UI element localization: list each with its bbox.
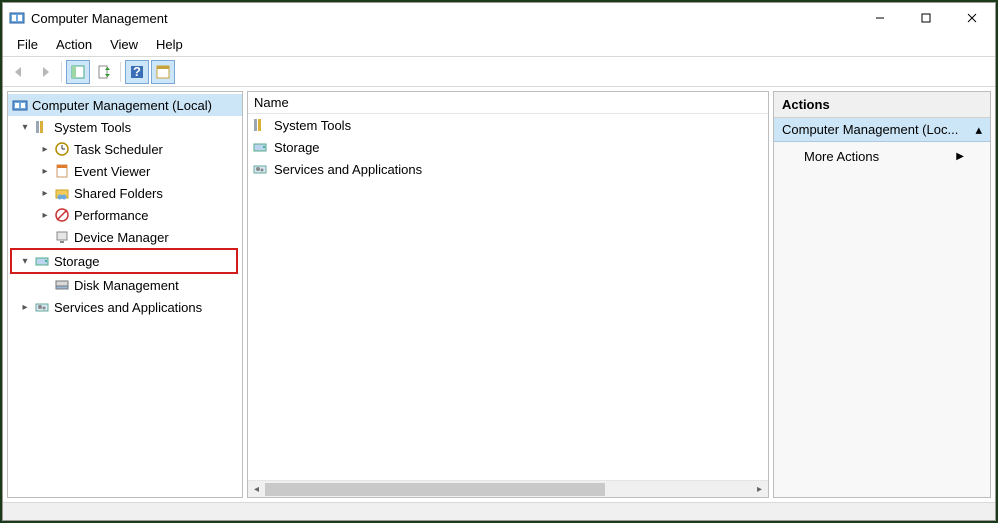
menu-help[interactable]: Help [148,35,191,54]
tree-label: Disk Management [74,278,179,293]
app-icon [9,10,25,26]
chevron-down-icon[interactable]: ▾ [18,256,32,267]
collapse-up-icon[interactable]: ▴ [975,122,982,138]
show-hide-tree-button[interactable] [66,60,90,84]
export-list-button[interactable] [92,60,116,84]
maximize-button[interactable] [903,3,949,33]
help-button[interactable]: ? [125,60,149,84]
list-body[interactable]: System Tools Storage Services and Applic… [248,114,768,480]
mmc-body: Computer Management (Local) ▾ System Too… [3,87,995,502]
actions-item-label: More Actions [804,149,879,164]
chevron-right-icon[interactable]: ▸ [38,188,52,199]
tree-label: Device Manager [74,230,169,245]
tree-device-manager[interactable]: Device Manager [8,226,242,248]
tree-disk-management[interactable]: Disk Management [8,274,242,296]
list-item-system-tools[interactable]: System Tools [248,114,768,136]
system-tools-icon [34,119,50,135]
tree-label: Event Viewer [74,164,150,179]
result-list: Name System Tools Storage Services and A… [247,91,769,498]
tree-label: Shared Folders [74,186,163,201]
chevron-right-icon[interactable]: ▸ [18,302,32,313]
statusbar [3,502,995,520]
actions-group-label: Computer Management (Loc... [782,122,958,137]
list-item-services-apps[interactable]: Services and Applications [248,158,768,180]
menu-file[interactable]: File [9,35,46,54]
storage-icon [34,253,50,269]
tree-root[interactable]: Computer Management (Local) [8,94,242,116]
horizontal-scrollbar[interactable]: ◂ ▸ [248,480,768,497]
svg-text:?: ? [133,64,141,79]
scroll-thumb[interactable] [265,483,605,496]
chevron-right-icon[interactable]: ▸ [38,166,52,177]
menubar: File Action View Help [3,33,995,57]
shared-folders-icon [54,185,70,201]
tree-label: Computer Management (Local) [32,98,212,113]
tree-storage[interactable]: ▾ Storage [12,250,236,272]
list-column-name[interactable]: Name [248,92,768,114]
storage-icon [252,139,268,155]
tree-label: Task Scheduler [74,142,163,157]
submenu-arrow-icon: ▶ [956,151,964,162]
chevron-down-icon[interactable]: ▾ [18,122,32,133]
list-item-label: Services and Applications [274,162,422,177]
list-item-label: Storage [274,140,320,155]
toolbar: ? [3,57,995,87]
clock-icon [54,141,70,157]
tree-event-viewer[interactable]: ▸ Event Viewer [8,160,242,182]
chevron-right-icon[interactable]: ▸ [38,210,52,221]
tree-label: Performance [74,208,148,223]
services-icon [34,299,50,315]
titlebar[interactable]: Computer Management [3,3,995,33]
minimize-button[interactable] [857,3,903,33]
toolbar-separator [120,62,121,82]
back-button[interactable] [7,60,31,84]
close-button[interactable] [949,3,995,33]
actions-pane: Actions Computer Management (Loc... ▴ Mo… [773,91,991,498]
list-item-storage[interactable]: Storage [248,136,768,158]
tree-performance[interactable]: ▸ Performance [8,204,242,226]
scroll-left-icon[interactable]: ◂ [248,484,265,495]
tree-task-scheduler[interactable]: ▸ Task Scheduler [8,138,242,160]
tree-label: Storage [54,254,100,269]
storage-highlight: ▾ Storage [10,248,238,274]
device-manager-icon [54,229,70,245]
forward-button[interactable] [33,60,57,84]
disk-mgmt-icon [54,277,70,293]
services-icon [252,161,268,177]
actions-title: Actions [774,92,990,118]
scroll-right-icon[interactable]: ▸ [751,484,768,495]
tree-services-apps[interactable]: ▸ Services and Applications [8,296,242,318]
toolbar-separator [61,62,62,82]
computer-mgmt-icon [12,97,28,113]
scroll-track[interactable] [265,481,751,497]
tree-label: Services and Applications [54,300,202,315]
tree-shared-folders[interactable]: ▸ Shared Folders [8,182,242,204]
system-tools-icon [252,117,268,133]
performance-icon [54,207,70,223]
menu-view[interactable]: View [102,35,146,54]
menu-action[interactable]: Action [48,35,100,54]
properties-button[interactable] [151,60,175,84]
computer-management-window: Computer Management File Action View Hel… [2,2,996,521]
tree-system-tools[interactable]: ▾ System Tools [8,116,242,138]
window-title: Computer Management [31,11,857,26]
actions-group[interactable]: Computer Management (Loc... ▴ [774,118,990,142]
tree-label: System Tools [54,120,131,135]
console-tree[interactable]: Computer Management (Local) ▾ System Too… [7,91,243,498]
actions-more-actions[interactable]: More Actions ▶ [774,142,990,170]
list-item-label: System Tools [274,118,351,133]
chevron-right-icon[interactable]: ▸ [38,144,52,155]
event-icon [54,163,70,179]
